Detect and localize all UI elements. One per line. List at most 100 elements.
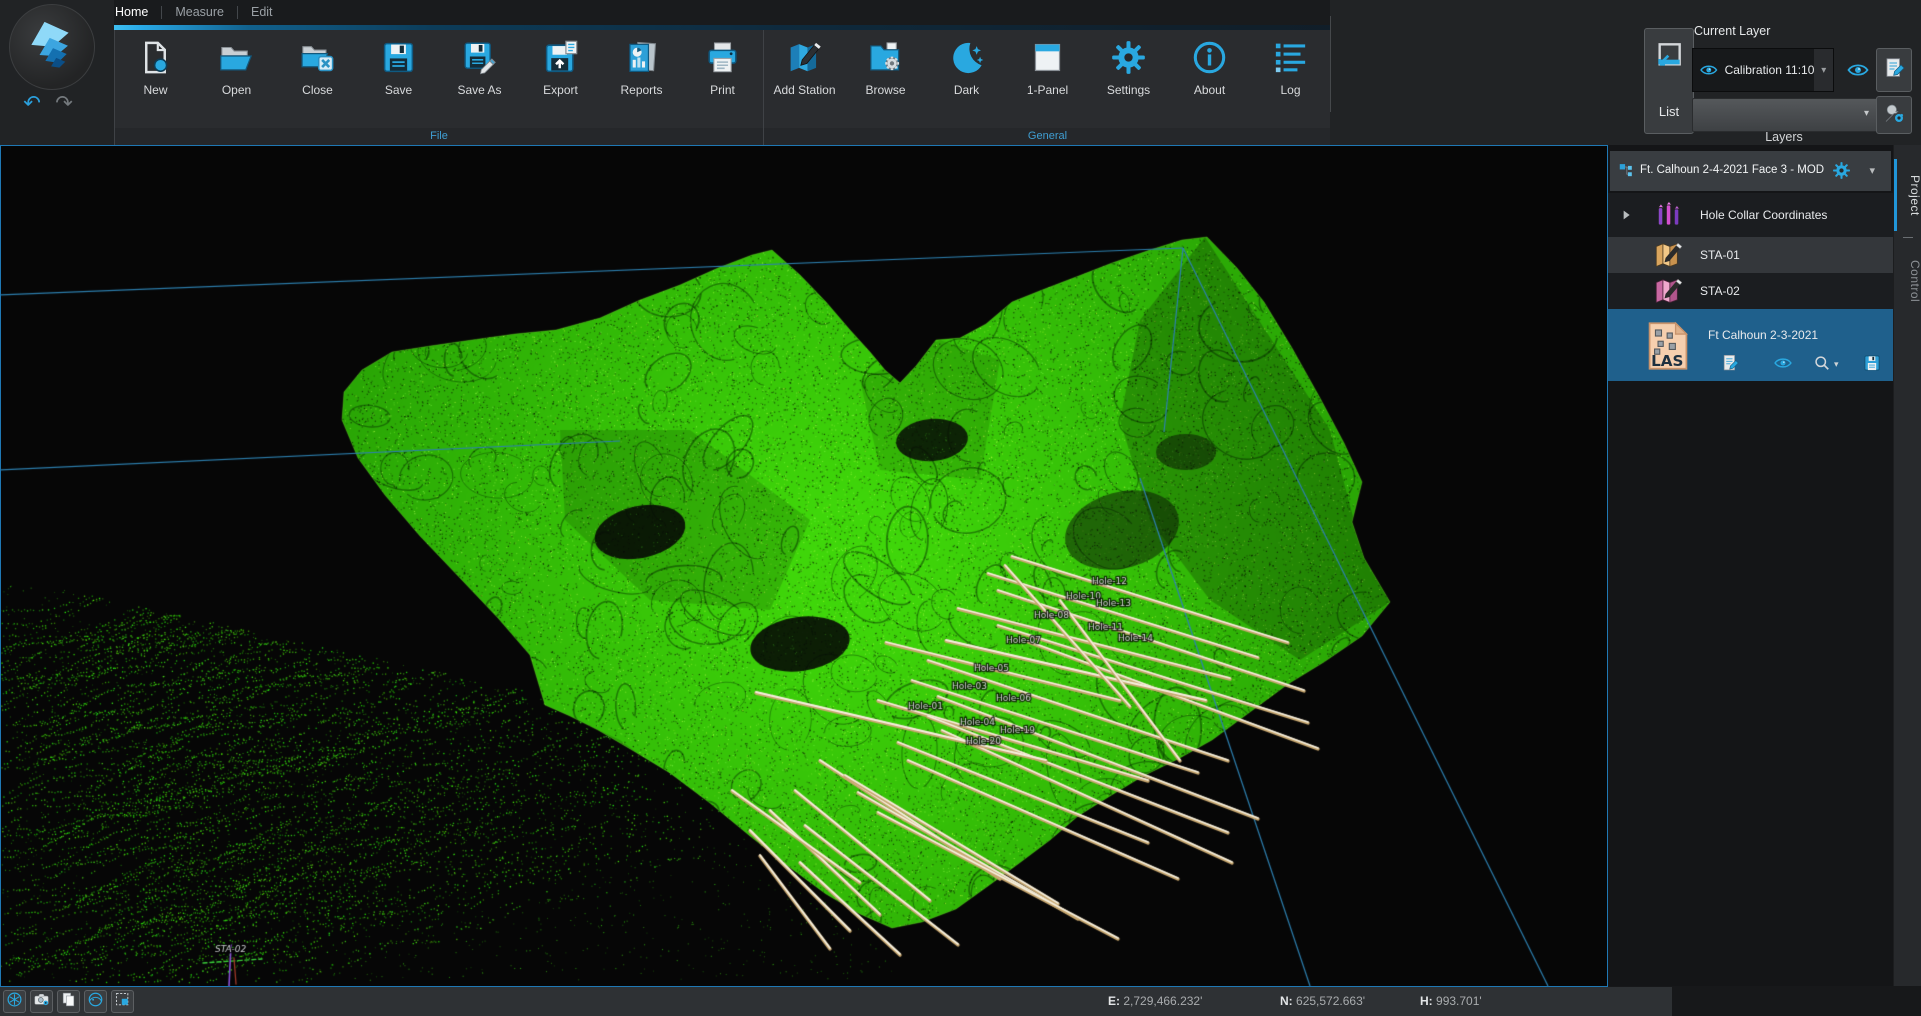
view-mode-icon — [87, 991, 104, 1013]
toolbar-button-label: Save — [385, 83, 412, 97]
select-region-button[interactable] — [111, 990, 134, 1013]
expand-arrow-icon[interactable] — [1618, 207, 1634, 223]
one-panel-icon — [1029, 39, 1066, 76]
new-file-icon — [137, 39, 174, 76]
toolbar-button-about[interactable]: About — [1169, 30, 1250, 128]
list-button-label: List — [1645, 104, 1693, 119]
viewport-tool-buttons — [3, 990, 134, 1013]
toolbar-button-label: Export — [543, 83, 578, 97]
application-window: HomeMeasureEdit ↶ ↷ New Open Close Save Save… — [0, 0, 1921, 1016]
copy-pages-button[interactable] — [57, 990, 80, 1013]
select-region-icon — [114, 991, 131, 1013]
toolbar-button-browse[interactable]: Browse — [845, 30, 926, 128]
add-station-icon — [786, 39, 823, 76]
project-tree-header[interactable]: Ft. Calhoun 2-4-2021 Face 3 - MOD ▾ — [1610, 151, 1891, 191]
tab-measure[interactable]: Measure — [162, 0, 237, 25]
about-icon — [1191, 39, 1228, 76]
toolbar-button-close[interactable]: Close — [277, 30, 358, 128]
sidebar-item-hole-collar-coordinates[interactable]: Hole Collar Coordinates — [1608, 193, 1893, 237]
side-tab-project[interactable]: Project — [1894, 159, 1921, 231]
toolbar-button-log[interactable]: Log — [1250, 30, 1331, 128]
current-layer-value: Calibration 11:10 — [1725, 63, 1815, 77]
layer-visibility-eye-icon — [1699, 60, 1719, 80]
dark-mode-icon — [948, 39, 985, 76]
print-icon — [704, 39, 741, 76]
project-tree: Hole Collar Coordinates STA-01 STA-02LASFt… — [1608, 193, 1893, 381]
browse-icon — [867, 39, 904, 76]
save-map-icon[interactable] — [1862, 353, 1882, 373]
chevron-down-icon[interactable]: ▾ — [1869, 164, 1875, 177]
toolbar-button-save-as[interactable]: Save As — [439, 30, 520, 128]
toolbar-button-new[interactable]: New — [115, 30, 196, 128]
layers-dropdown[interactable]: ▾ — [1692, 98, 1878, 132]
map-pink-icon — [1652, 275, 1684, 307]
snowflake-button[interactable] — [3, 990, 26, 1013]
sidebar-item-ft-calhoun-2-3-2021[interactable]: LASFt Calhoun 2-3-2021▾ — [1608, 309, 1893, 381]
status-coordinate-n: N: 625,572.663' — [1280, 994, 1365, 1008]
sidebar-item-sta-02[interactable]: STA-02 — [1608, 273, 1893, 309]
sidebar-item-sta-01[interactable]: STA-01 — [1608, 237, 1893, 273]
toolbar-button-open[interactable]: Open — [196, 30, 277, 128]
view-mode-button[interactable] — [84, 990, 107, 1013]
side-tab-strip: Project Control — [1893, 145, 1921, 986]
camera-capture-button[interactable] — [30, 990, 53, 1013]
edit-doc-icon[interactable] — [1720, 353, 1740, 373]
search-icon[interactable] — [1812, 353, 1832, 373]
panel-separator — [1330, 16, 1331, 112]
layer-panel: List Current Layer Calibration 11:10 ▾ ▾… — [1330, 0, 1921, 145]
toolbar-button-label: Close — [302, 83, 333, 97]
toolbar-group-file: New Open Close Save Save As Export ReportsPrin… — [114, 30, 763, 145]
chevron-down-icon[interactable]: ▾ — [1814, 49, 1833, 91]
eye-icon[interactable] — [1773, 353, 1793, 373]
pyramid-logo-icon — [24, 15, 80, 75]
toolbar-items-row: New Open Close Save Save As Export ReportsPrin… — [115, 30, 763, 128]
list-panel-icon — [1653, 39, 1685, 71]
menu-tabs: HomeMeasureEdit — [102, 0, 286, 25]
tree-node-icon — [1618, 162, 1635, 179]
current-layer-label: Current Layer — [1694, 24, 1770, 38]
copy-pages-icon — [60, 991, 77, 1013]
side-tab-control[interactable]: Control — [1894, 245, 1921, 317]
app-logo[interactable] — [9, 4, 95, 90]
toolbar-button-add-station[interactable]: Add Station — [764, 30, 845, 128]
toolbar-button-label: Dark — [954, 83, 979, 97]
toolbar-group-label: File — [115, 128, 763, 145]
layer-tools-button[interactable] — [1876, 96, 1912, 134]
layers-label: Layers — [1692, 130, 1876, 144]
sidebar-item-label: Hole Collar Coordinates — [1700, 208, 1827, 222]
toggle-all-visibility-eye-icon[interactable] — [1846, 58, 1870, 82]
status-bar: E: 2,729,466.232'N: 625,572.663'H: 993.7… — [0, 987, 1672, 1016]
toolbar-button-dark[interactable]: Dark — [926, 30, 1007, 128]
current-layer-dropdown[interactable]: Calibration 11:10 ▾ — [1692, 48, 1834, 92]
toolbar-button-reports[interactable]: Reports — [601, 30, 682, 128]
edit-doc-icon — [1882, 56, 1906, 85]
list-button[interactable]: List — [1644, 28, 1694, 134]
save-as-icon — [461, 39, 498, 76]
toolbar-button-save[interactable]: Save — [358, 30, 439, 128]
toolbar-button-label: Open — [222, 83, 251, 97]
redo-button[interactable]: ↷ — [52, 92, 76, 118]
toolbar-button-print[interactable]: Print — [682, 30, 763, 128]
toolbar-button-export[interactable]: Export — [520, 30, 601, 128]
project-title: Ft. Calhoun 2-4-2021 Face 3 - MOD — [1640, 164, 1824, 176]
toolbar-button-settings[interactable]: Settings — [1088, 30, 1169, 128]
open-folder-icon — [218, 39, 255, 76]
project-settings-gear-icon[interactable] — [1832, 161, 1851, 180]
chevron-down-icon[interactable]: ▾ — [1834, 359, 1839, 370]
toolbar-group-general: Add StationBrowse Dark 1-PanelSettings Abou… — [763, 30, 1332, 145]
tab-edit[interactable]: Edit — [238, 0, 286, 25]
toolbar-groups: New Open Close Save Save As Export ReportsPrin… — [114, 30, 1332, 145]
edit-layer-button[interactable] — [1876, 48, 1912, 92]
undo-button[interactable]: ↶ — [20, 92, 44, 118]
chevron-down-icon: ▾ — [1864, 108, 1869, 119]
settings-icon — [1110, 39, 1147, 76]
sidebar-item-label: STA-01 — [1700, 248, 1740, 262]
drill-holes-icon — [1652, 199, 1684, 231]
toolbar-button-label: Save As — [457, 83, 501, 97]
toolbar-button-1-panel[interactable]: 1-Panel — [1007, 30, 1088, 128]
point-cloud-canvas[interactable] — [1, 146, 1607, 986]
camera-capture-icon — [33, 991, 50, 1013]
toolbar-button-label: About — [1194, 83, 1225, 97]
3d-viewport[interactable] — [0, 145, 1608, 987]
status-value: 625,572.663' — [1296, 994, 1365, 1008]
